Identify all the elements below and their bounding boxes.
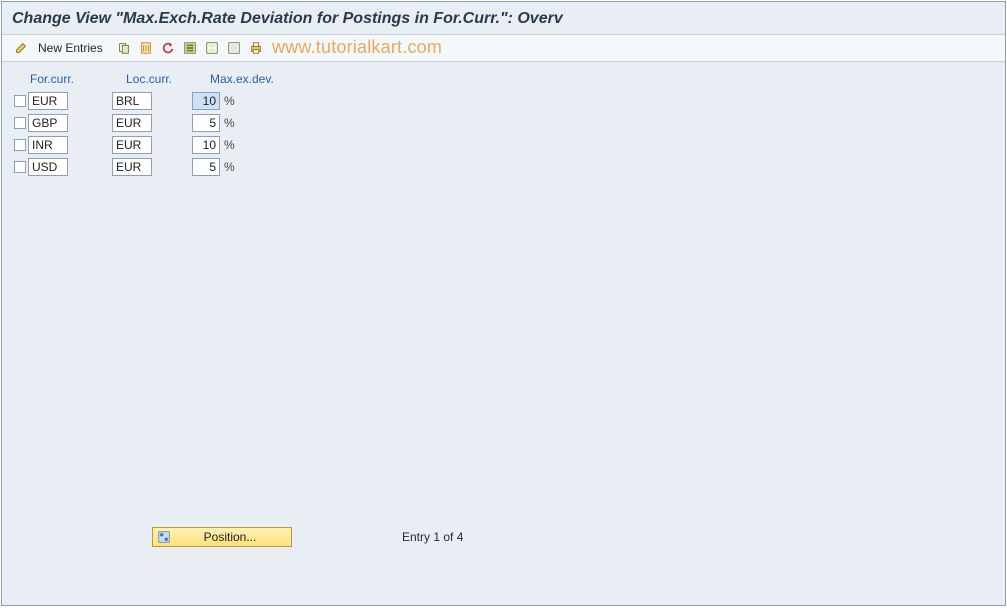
select-all-icon[interactable]	[181, 39, 199, 57]
percent-sign: %	[224, 138, 235, 152]
column-header-loc-curr[interactable]: Loc.curr.	[126, 72, 180, 86]
column-header-for-curr[interactable]: For.curr.	[30, 72, 96, 86]
table-row: %	[14, 92, 993, 110]
select-block-icon[interactable]	[203, 39, 221, 57]
loc-curr-input[interactable]	[112, 92, 152, 110]
table-row: %	[14, 158, 993, 176]
for-curr-input[interactable]	[28, 158, 68, 176]
max-dev-input[interactable]	[192, 158, 220, 176]
for-curr-input[interactable]	[28, 136, 68, 154]
print-icon[interactable]	[247, 39, 265, 57]
rows-container: %%%%	[14, 92, 993, 176]
max-dev-input[interactable]	[192, 92, 220, 110]
for-curr-input[interactable]	[28, 114, 68, 132]
display-change-icon[interactable]	[12, 39, 30, 57]
max-dev-input[interactable]	[192, 114, 220, 132]
page-title: Change View "Max.Exch.Rate Deviation for…	[2, 2, 1005, 35]
delete-icon[interactable]	[137, 39, 155, 57]
percent-sign: %	[224, 94, 235, 108]
entry-counter: Entry 1 of 4	[402, 530, 463, 544]
new-entries-button[interactable]: New Entries	[34, 39, 107, 57]
watermark: www.tutorialkart.com	[272, 37, 442, 58]
table-row: %	[14, 136, 993, 154]
toolbar: New Entries www.tutorialkart.com	[2, 35, 1005, 62]
loc-curr-input[interactable]	[112, 114, 152, 132]
max-dev-input[interactable]	[192, 136, 220, 154]
position-button[interactable]: Position...	[152, 527, 292, 547]
row-checkbox[interactable]	[14, 117, 26, 129]
loc-curr-input[interactable]	[112, 136, 152, 154]
for-curr-input[interactable]	[28, 92, 68, 110]
sap-window: Change View "Max.Exch.Rate Deviation for…	[1, 1, 1006, 606]
loc-curr-input[interactable]	[112, 158, 152, 176]
row-checkbox[interactable]	[14, 95, 26, 107]
percent-sign: %	[224, 116, 235, 130]
deselect-all-icon[interactable]	[225, 39, 243, 57]
copy-as-icon[interactable]	[115, 39, 133, 57]
row-checkbox[interactable]	[14, 139, 26, 151]
percent-sign: %	[224, 160, 235, 174]
position-label: Position...	[175, 530, 285, 544]
column-header-max-dev[interactable]: Max.ex.dev.	[210, 72, 290, 86]
table-row: %	[14, 114, 993, 132]
grid-header: For.curr. Loc.curr. Max.ex.dev.	[14, 72, 993, 86]
footer: Position... Entry 1 of 4	[14, 527, 993, 597]
undo-icon[interactable]	[159, 39, 177, 57]
content-area: For.curr. Loc.curr. Max.ex.dev. %%%% Pos…	[2, 62, 1005, 605]
row-checkbox[interactable]	[14, 161, 26, 173]
position-icon	[157, 530, 171, 544]
